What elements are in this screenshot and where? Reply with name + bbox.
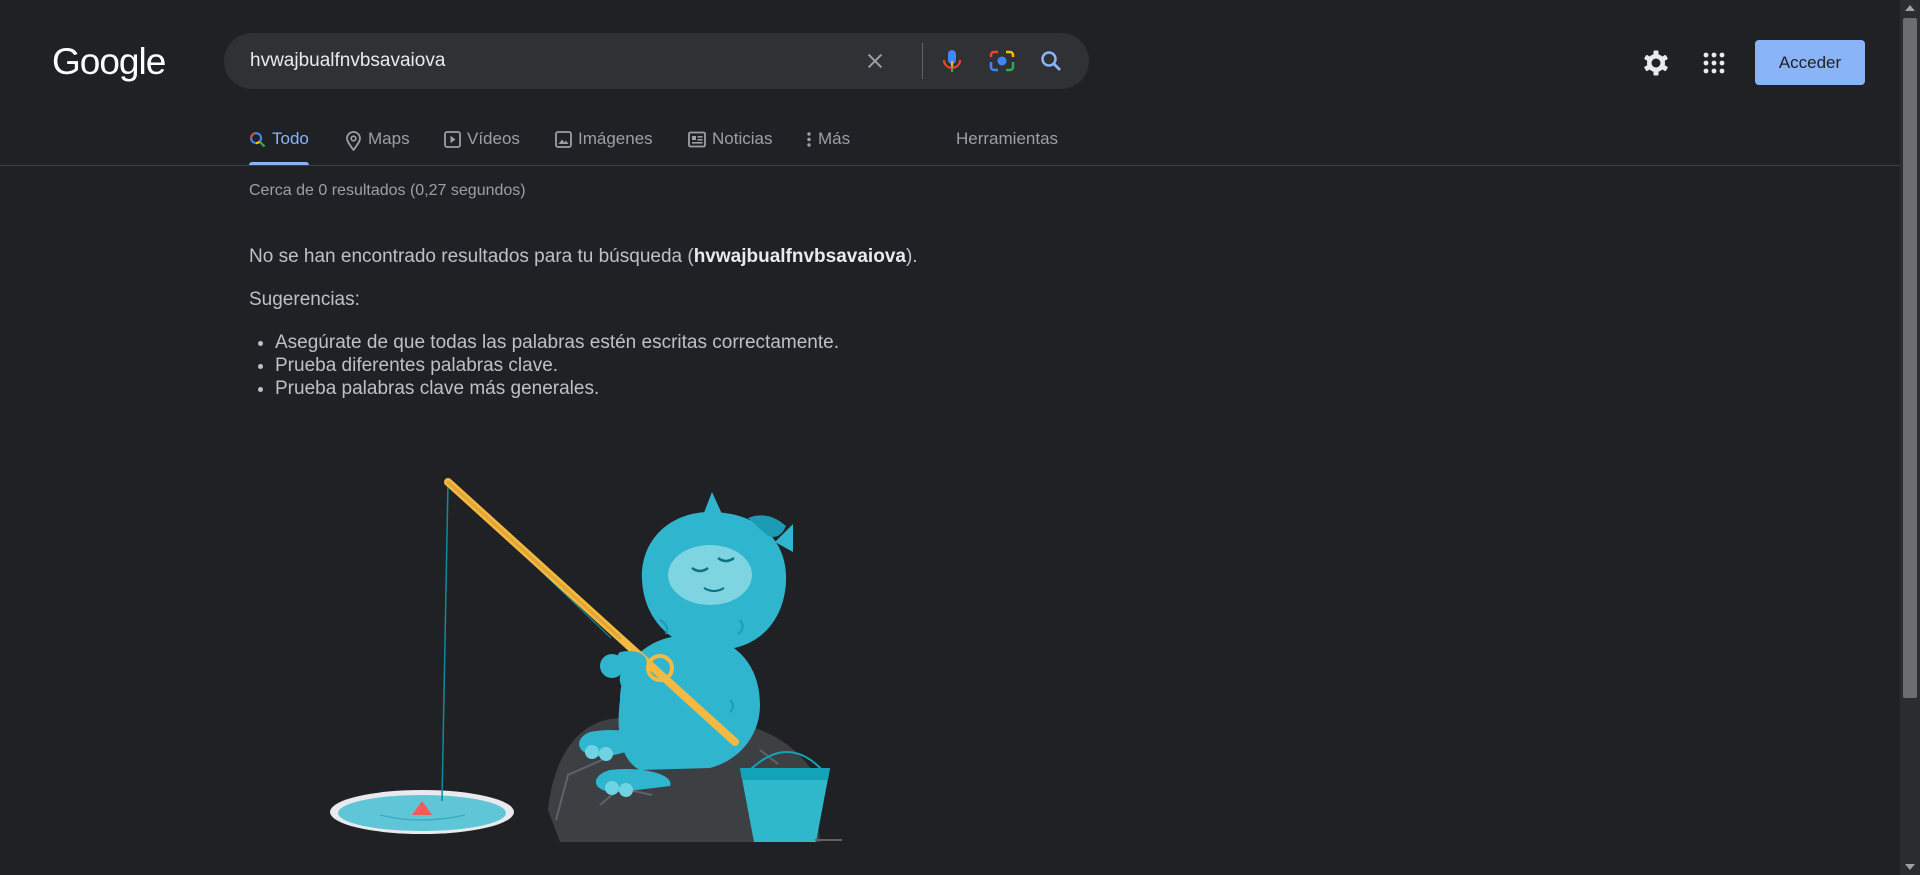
- microphone-icon: [942, 50, 962, 72]
- scrollbar-thumb[interactable]: [1903, 18, 1917, 698]
- result-stats: Cerca de 0 resultados (0,27 segundos): [249, 182, 526, 199]
- search-tabs: Todo Maps Vídeos Imágenes Noticias Más H…: [0, 121, 1900, 166]
- search-input[interactable]: [250, 33, 830, 89]
- suggestion-item: Prueba palabras clave más generales.: [275, 377, 839, 400]
- search-submit-button[interactable]: [1034, 44, 1068, 78]
- scroll-up-arrow-icon[interactable]: [1905, 5, 1915, 11]
- no-results-prefix: No se han encontrado resultados para tu …: [249, 246, 694, 267]
- map-pin-icon: [346, 131, 361, 151]
- tab-label: Más: [818, 129, 851, 148]
- search-icon: [1041, 51, 1061, 71]
- tab-todo[interactable]: Todo: [249, 129, 309, 165]
- no-results-message: No se han encontrado resultados para tu …: [249, 246, 918, 268]
- image-icon: [555, 131, 572, 148]
- tab-label: Todo: [272, 129, 309, 148]
- apps-button[interactable]: [1694, 43, 1734, 83]
- search-icon: [250, 132, 266, 148]
- clear-button[interactable]: [858, 44, 892, 78]
- signin-button[interactable]: Acceder: [1755, 40, 1865, 85]
- apps-grid-icon: [1703, 52, 1725, 74]
- suggestions-title: Sugerencias:: [249, 289, 360, 310]
- tab-noticias[interactable]: Noticias: [688, 129, 772, 165]
- tab-label: Noticias: [712, 129, 773, 148]
- search-box[interactable]: [224, 33, 1089, 89]
- svg-text:Google: Google: [52, 41, 165, 82]
- close-icon: [867, 53, 883, 69]
- fishing-yeti-illustration: [330, 478, 842, 842]
- image-search-button[interactable]: [985, 44, 1019, 78]
- suggestion-item: Asegúrate de que todas las palabras esté…: [275, 331, 839, 354]
- tab-label: Maps: [368, 129, 410, 148]
- tools-button[interactable]: Herramientas: [956, 129, 1058, 165]
- suggestions-list: Asegúrate de que todas las palabras esté…: [249, 331, 839, 400]
- tab-imagenes[interactable]: Imágenes: [555, 129, 653, 165]
- more-vert-icon: [807, 132, 811, 147]
- suggestion-item: Prueba diferentes palabras clave.: [275, 354, 839, 377]
- tab-maps[interactable]: Maps: [345, 129, 410, 165]
- tab-label: Vídeos: [467, 129, 520, 148]
- gear-icon: [1644, 50, 1668, 76]
- google-logo[interactable]: Google: [52, 40, 172, 84]
- tab-label: Imágenes: [578, 129, 653, 148]
- play-icon: [444, 131, 461, 148]
- tab-mas[interactable]: Más: [806, 129, 850, 165]
- tab-videos[interactable]: Vídeos: [444, 129, 520, 165]
- voice-search-button[interactable]: [935, 44, 969, 78]
- no-results-query: hvwajbualfnvbsavaiova: [693, 246, 906, 267]
- search-divider: [922, 43, 923, 79]
- lens-camera-icon: [989, 50, 1015, 72]
- scroll-down-arrow-icon[interactable]: [1905, 864, 1915, 870]
- page-scrollbar[interactable]: [1900, 0, 1920, 875]
- no-results-suffix: ).: [905, 246, 918, 267]
- tab-label: Herramientas: [956, 129, 1059, 148]
- settings-button[interactable]: [1636, 43, 1676, 83]
- news-icon: [688, 131, 706, 148]
